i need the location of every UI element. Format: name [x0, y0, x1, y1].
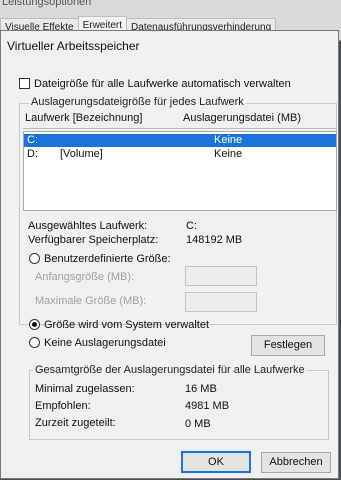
selected-drive-label: Ausgewähltes Laufwerk: [28, 220, 148, 232]
drive-letter: D: [27, 148, 38, 160]
system-managed-radio[interactable] [29, 319, 40, 330]
currently-allocated-label: Zurzeit zugeteilt: [35, 417, 116, 429]
per-drive-group-label: Auslagerungsdateigröße für jedes Laufwer… [29, 96, 246, 108]
custom-size-option[interactable]: Benutzerdefinierte Größe: [29, 253, 171, 265]
column-header-drive[interactable]: Laufwerk [Bezeichnung] [25, 112, 142, 125]
background-window-title: Leistungsoptionen [2, 0, 92, 8]
drive-list-header: Laufwerk [Bezeichnung] Auslagerungsdatei… [23, 112, 336, 129]
recommended-value: 4981 MB [185, 400, 230, 412]
drive-pagefile: Keine [214, 148, 243, 160]
selected-drive-value: C: [186, 220, 197, 232]
custom-size-label: Benutzerdefinierte Größe: [44, 253, 171, 265]
custom-size-radio[interactable] [29, 253, 40, 264]
auto-manage-option[interactable]: Dateigröße für alle Laufwerke automatisc… [19, 78, 291, 90]
total-size-group-label: Gesamtgröße der Auslagerungsdatei für al… [33, 364, 307, 376]
drive-label: [Volume] [60, 148, 103, 160]
ok-button[interactable]: OK [181, 451, 251, 473]
available-space-value: 148192 MB [186, 234, 243, 246]
auto-manage-label: Dateigröße für alle Laufwerke automatisc… [34, 78, 291, 90]
initial-size-label: Anfangsgröße (MB): [35, 271, 135, 283]
drive-letter: C: [27, 134, 38, 146]
min-allowed-label: Minimal zugelassen: [35, 383, 135, 395]
system-managed-option[interactable]: Größe wird vom System verwaltet [29, 319, 209, 331]
max-size-input[interactable] [185, 292, 257, 312]
currently-allocated-value: 0 MB [185, 418, 211, 430]
initial-size-input[interactable] [185, 266, 257, 286]
cancel-button[interactable]: Abbrechen [261, 452, 331, 473]
min-allowed-value: 16 MB [185, 383, 217, 395]
system-managed-label: Größe wird vom System verwaltet [44, 319, 210, 331]
recommended-label: Empfohlen: [35, 400, 91, 412]
available-space-label: Verfügbarer Speicherplatz: [28, 234, 159, 246]
dialog-title: Virtueller Arbeitsspeicher [7, 39, 140, 53]
no-pagefile-radio[interactable] [29, 337, 40, 348]
column-header-pagefile[interactable]: Auslagerungsdatei (MB) [183, 112, 301, 125]
max-size-label: Maximale Größe (MB): [35, 295, 147, 307]
drive-row-d[interactable]: D: [Volume] Keine [24, 148, 336, 161]
virtual-memory-dialog: Virtueller Arbeitsspeicher Dateigröße fü… [0, 30, 339, 479]
drive-row-c[interactable]: C: Keine [24, 134, 336, 147]
no-pagefile-option[interactable]: Keine Auslagerungsdatei [29, 337, 166, 349]
drive-list[interactable]: C: Keine D: [Volume] Keine [23, 131, 337, 211]
auto-manage-checkbox[interactable] [19, 78, 30, 89]
no-pagefile-label: Keine Auslagerungsdatei [44, 337, 166, 349]
drive-pagefile: Keine [214, 134, 243, 146]
set-button[interactable]: Festlegen [251, 335, 325, 356]
